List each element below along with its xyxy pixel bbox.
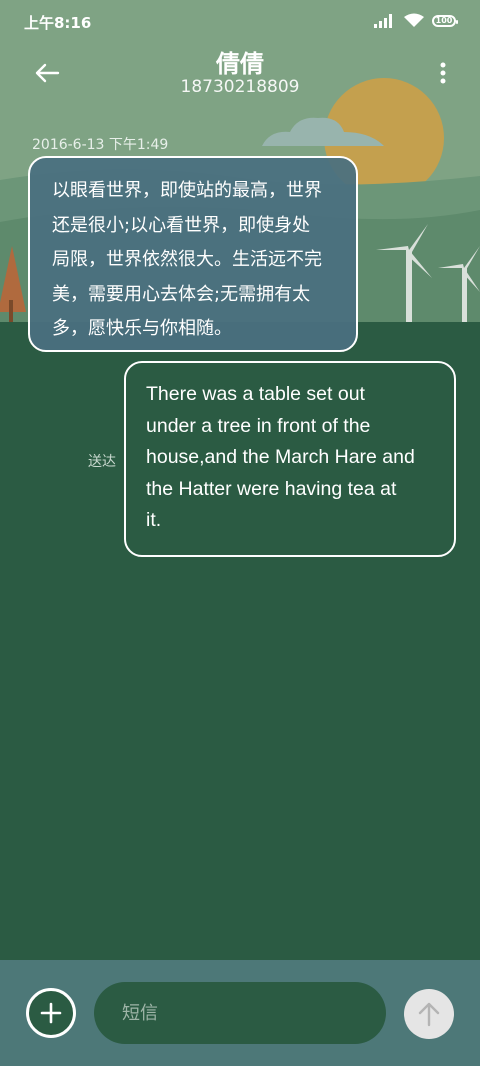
message-line: 美，需要用心去体会;无需拥有太 bbox=[52, 283, 311, 305]
status-icons: 100 bbox=[374, 13, 458, 28]
wifi-icon bbox=[404, 13, 424, 27]
message-line: 局限，世界依然很大。生活远不完 bbox=[52, 249, 322, 270]
message-line: 以眼看世界，即使站的最高，世界 bbox=[52, 180, 322, 201]
contact-name: 倩倩 bbox=[216, 50, 264, 78]
message-timestamp: 2016-6-13 下午1:49 bbox=[32, 137, 169, 153]
battery-icon: 100 bbox=[432, 14, 458, 27]
composer-bar bbox=[0, 960, 480, 1066]
message-line: house,and the March Hare and bbox=[146, 446, 415, 468]
contact-phone-number: 18730218809 bbox=[180, 77, 300, 97]
more-vertical-icon bbox=[440, 62, 446, 84]
message-line: There was a table set out bbox=[146, 383, 365, 405]
message-line: 还是很小;以心看世界，即使身处 bbox=[52, 214, 311, 236]
status-bar: 上午8:16 100 bbox=[0, 0, 480, 46]
sent-message-bubble[interactable]: There was a table set out under a tree i… bbox=[124, 361, 456, 557]
add-attachment-button[interactable] bbox=[26, 988, 76, 1038]
message-line: it. bbox=[146, 509, 162, 531]
delivery-status: 送达 bbox=[88, 454, 116, 470]
plus-icon bbox=[40, 1002, 62, 1024]
signal-icon bbox=[374, 13, 392, 28]
conversation-header: 倩倩 18730218809 bbox=[0, 44, 480, 104]
received-message-bubble[interactable]: 以眼看世界，即使站的最高，世界 还是很小;以心看世界，即使身处 局限，世界依然很… bbox=[28, 156, 358, 352]
send-button[interactable] bbox=[404, 989, 454, 1039]
message-line: 多，愿快乐与你相随。 bbox=[52, 318, 232, 339]
send-arrow-icon bbox=[418, 1002, 440, 1027]
more-options-button[interactable] bbox=[436, 56, 450, 90]
status-time: 上午8:16 bbox=[24, 14, 92, 32]
message-line: under a tree in front of the bbox=[146, 414, 371, 437]
battery-level: 100 bbox=[435, 15, 453, 25]
sms-input[interactable] bbox=[94, 982, 386, 1044]
message-line: the Hatter were having tea at bbox=[146, 477, 397, 500]
